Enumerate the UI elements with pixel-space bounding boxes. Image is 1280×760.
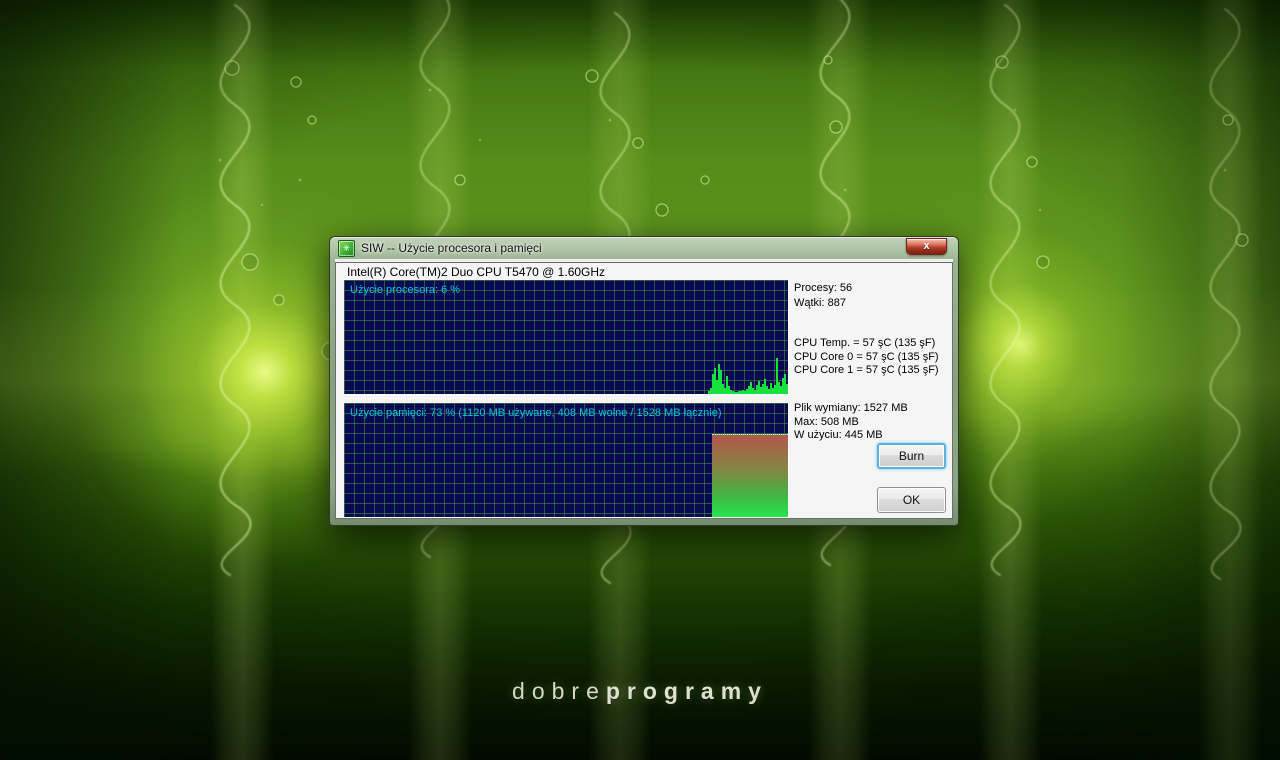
pagefile-stat: Plik wymiany: 1527 MB [794,402,908,414]
in-use-stat: W użyciu: 445 MB [794,429,883,441]
cpu-usage-graph: Użycie procesora: 6 % [344,280,788,394]
content-panel: Intel(R) Core(TM)2 Duo CPU T5470 @ 1.60G… [335,262,953,519]
ok-button[interactable]: OK [877,487,946,513]
processes-stat: Procesy: 56 [794,282,853,294]
threads-stat: Wątki: 887 [794,297,846,309]
cpu-history-graph [708,358,788,394]
titlebar[interactable]: ✳ SIW -- Użycie procesora i pamięci [330,237,958,259]
memory-usage-bar [712,433,788,517]
wallpaper-brand-text: dobreprogramy [0,678,1280,705]
cpu-model-label: Intel(R) Core(TM)2 Duo CPU T5470 @ 1.60G… [347,265,606,279]
close-button[interactable]: x [906,238,947,255]
burn-button[interactable]: Burn [877,443,946,469]
memory-usage-label: Użycie pamięci: 73 % (1120 MB używane, 4… [350,407,722,419]
brand-light: dobre [512,678,606,704]
close-icon: x [923,240,930,252]
cpu-history-polygon [708,358,788,394]
window-title: SIW -- Użycie procesora i pamięci [361,241,542,255]
max-stat: Max: 508 MB [794,416,859,428]
brand-bold: programy [605,678,768,704]
siw-app-icon: ✳ [338,239,355,257]
cpu-usage-label: Użycie procesora: 6 % [350,284,461,296]
cpu-core1-stat: CPU Core 1 = 57 şC (135 şF) [794,364,939,376]
memory-usage-graph: Użycie pamięci: 73 % (1120 MB używane, 4… [344,403,788,517]
cpu-temp-stat: CPU Temp. = 57 şC (135 şF) [794,337,936,349]
siw-usage-window: ✳ SIW -- Użycie procesora i pamięci x In… [329,236,959,526]
cpu-core0-stat: CPU Core 0 = 57 şC (135 şF) [794,351,939,363]
window-client-area: Intel(R) Core(TM)2 Duo CPU T5470 @ 1.60G… [335,259,953,519]
